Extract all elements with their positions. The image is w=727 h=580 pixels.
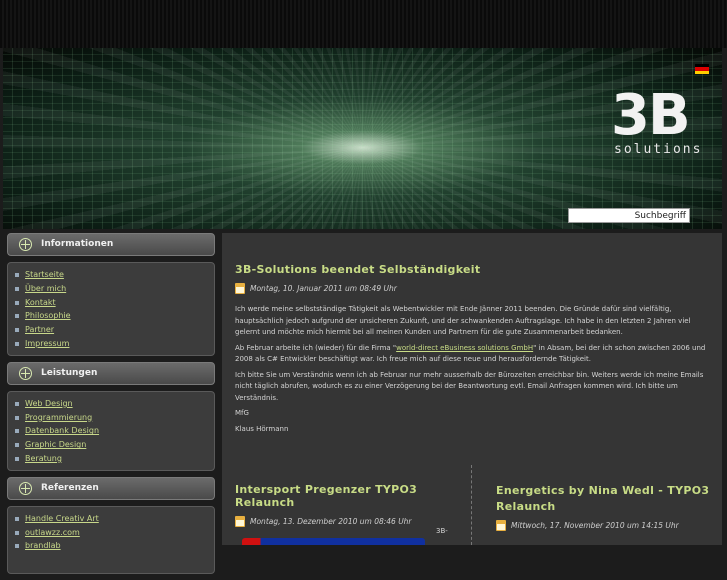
site-logo[interactable]: 3B solutions xyxy=(611,88,707,198)
post-date: Montag, 10. Januar 2011 um 08:49 Uhr xyxy=(235,283,710,294)
top-strip xyxy=(0,0,727,48)
crosshair-icon xyxy=(19,238,32,251)
post-paragraph-2: Ab Februar arbeite ich (wieder) für die … xyxy=(235,343,706,364)
sidebar-item-brandlab[interactable]: brandlab xyxy=(13,539,214,553)
post-paragraph-1: Ich werde meine selbstständige Tätigkeit… xyxy=(235,305,691,336)
sidebar-heading-leistungen: Leistungen xyxy=(7,361,215,385)
sidebar-item-impressum[interactable]: Impressum xyxy=(13,337,214,351)
post-title[interactable]: 3B-Solutions beendet Selbständigkeit xyxy=(235,263,710,276)
sidebar-item-datenbank-design[interactable]: Datenbank Design xyxy=(13,424,214,438)
sidebar-item-partner[interactable]: Partner xyxy=(13,323,214,337)
post-paragraph-3: Ich bitte Sie um Verständnis wenn ich ab… xyxy=(235,370,704,402)
teaser-right-date: Mittwoch, 17. November 2010 um 14:15 Uhr xyxy=(496,520,711,531)
intersport-logo xyxy=(242,538,425,545)
sidebar-item-beratung[interactable]: Beratung xyxy=(13,452,214,466)
sidebar-item-programmierung[interactable]: Programmierung xyxy=(13,411,214,425)
sidebar-menu-leistungen: Web Design Programmierung Datenbank Desi… xyxy=(7,390,215,471)
sidebar-menu-referenzen: Handle Creativ Art outlawzz.com brandlab xyxy=(7,505,215,575)
sidebar-menu-informationen: Startseite Über mich Kontakt Philosophie… xyxy=(7,262,215,356)
sidebar-item-philosophie[interactable]: Philosophie xyxy=(13,309,214,323)
calendar-icon xyxy=(235,283,245,294)
sidebar-heading-referenzen: Referenzen xyxy=(7,476,215,500)
calendar-icon xyxy=(235,516,245,527)
main-content: 3B-Solutions beendet Selbständigkeit Mon… xyxy=(222,233,722,545)
teaser-left-date: Montag, 13. Dezember 2010 um 08:46 Uhr xyxy=(235,516,460,527)
sidebar-item-startseite[interactable]: Startseite xyxy=(13,268,214,282)
post-greeting: MfG xyxy=(235,409,249,417)
crosshair-icon xyxy=(19,481,32,495)
sidebar-item-kontakt[interactable]: Kontakt xyxy=(13,296,214,310)
world-direct-link[interactable]: world-direct eBusiness solutions GmbH xyxy=(396,344,533,352)
sidebar-heading-informationen: Informationen xyxy=(7,233,215,256)
sidebar: Informationen Startseite Über mich Konta… xyxy=(7,233,215,580)
teaser-left-title[interactable]: Intersport Pregenzer TYPO3 Relaunch xyxy=(235,483,460,509)
search-input[interactable]: Suchbegriff xyxy=(568,208,690,223)
post-signature: Klaus Hörmann xyxy=(235,424,289,433)
sidebar-item-handle-creativ-art[interactable]: Handle Creativ Art xyxy=(13,512,214,526)
sidebar-item-graphic-design[interactable]: Graphic Design xyxy=(13,438,214,452)
teaser-right-title[interactable]: Energetics by Nina Wedl - TYPO3 Relaunch xyxy=(496,483,711,515)
calendar-icon xyxy=(496,520,506,531)
logo-wordmark: solutions xyxy=(614,142,703,157)
german-flag-icon[interactable] xyxy=(695,64,709,74)
sidebar-item-ueber-mich[interactable]: Über mich xyxy=(13,282,214,296)
sidebar-item-web-design[interactable]: Web Design xyxy=(13,397,214,411)
teaser-left-side-text: 3B- xyxy=(436,527,448,535)
crosshair-icon xyxy=(19,366,32,380)
sidebar-item-outlawzz[interactable]: outlawzz.com xyxy=(13,526,214,540)
logo-mark: 3B xyxy=(611,83,691,148)
column-divider xyxy=(471,465,472,545)
